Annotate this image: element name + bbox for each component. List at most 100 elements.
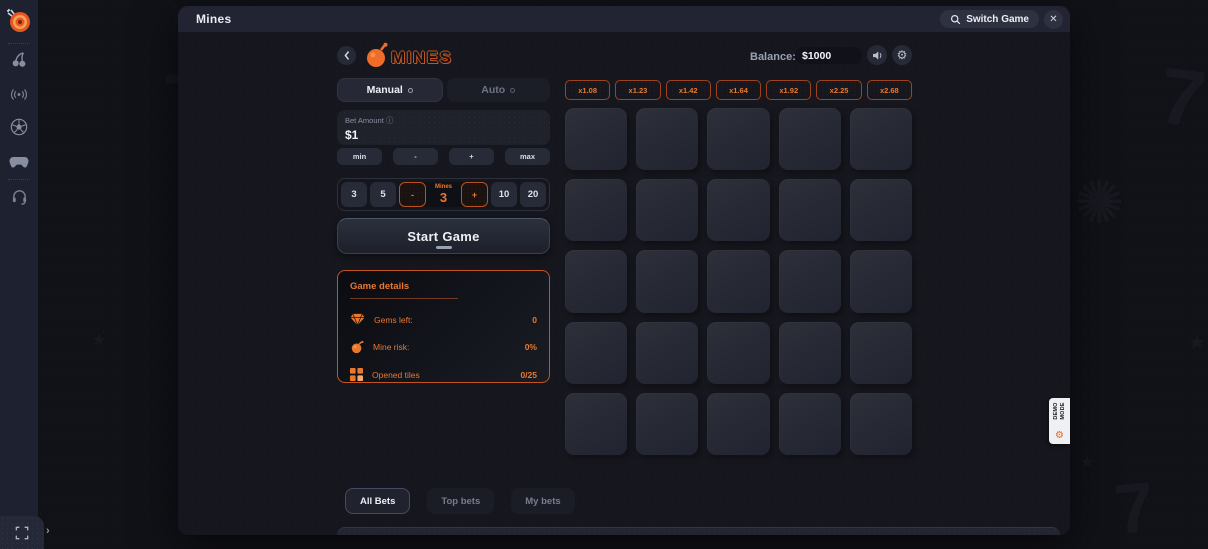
mine-tile[interactable]: [565, 393, 627, 455]
multiplier-chip[interactable]: x1.42: [666, 80, 711, 100]
brand-target-logo-icon[interactable]: [5, 7, 33, 35]
fullscreen-panel: [0, 516, 44, 549]
mines-grid: [565, 108, 912, 455]
mine-tile[interactable]: [850, 179, 912, 241]
gem-icon: [350, 313, 365, 326]
mines-logo: MINES: [365, 42, 452, 68]
multiplier-chip[interactable]: x2.68: [867, 80, 912, 100]
mine-tile[interactable]: [779, 250, 841, 312]
mines-value: 3: [440, 191, 447, 205]
gems-left-value: 0: [532, 315, 537, 325]
divider: [8, 179, 30, 180]
bets-table-header: [337, 527, 1060, 535]
bet-amount-field[interactable]: Bet Amount ⓘ $1: [337, 110, 550, 145]
divider: [8, 43, 30, 44]
tab-manual[interactable]: Manual: [337, 78, 443, 102]
mines-option-5[interactable]: 5: [370, 182, 396, 207]
bets-tabs: All Bets Top bets My bets: [345, 488, 575, 514]
opened-tiles-label: Opened tiles: [372, 370, 511, 380]
bet-increase-button[interactable]: +: [449, 148, 494, 165]
sidebar-item-games-gamepad-icon[interactable]: [9, 151, 29, 171]
mine-tile[interactable]: [565, 322, 627, 384]
mine-tile[interactable]: [707, 108, 769, 170]
bomb-icon: [365, 42, 389, 68]
sidebar-item-sports-soccer-icon[interactable]: [9, 117, 29, 137]
demo-mode-badge[interactable]: DEMO MODE ⚙: [1049, 398, 1070, 444]
balance-label: Balance:: [750, 51, 796, 63]
balance-input[interactable]: $1000: [795, 47, 862, 64]
mine-tile[interactable]: [565, 250, 627, 312]
mines-option-10[interactable]: 10: [491, 182, 517, 207]
multiplier-chip[interactable]: x2.25: [816, 80, 861, 100]
sidebar-item-slots-cherries-icon[interactable]: [9, 49, 29, 69]
switch-game-button[interactable]: Switch Game: [940, 10, 1039, 28]
opened-tiles-row: Opened tiles 0/25: [350, 368, 537, 381]
balance-value: $1000: [802, 50, 831, 62]
sidebar-item-support-headset-icon[interactable]: [9, 186, 29, 206]
watermark-glyph: 7: [1111, 466, 1158, 549]
mine-tile[interactable]: [850, 108, 912, 170]
mine-tile[interactable]: [850, 322, 912, 384]
mine-risk-row: Mine risk: 0%: [350, 340, 537, 354]
mines-decrease-button[interactable]: -: [399, 182, 426, 207]
close-button[interactable]: ✕: [1044, 10, 1063, 29]
sound-button[interactable]: [867, 45, 887, 65]
search-icon: [950, 14, 961, 25]
back-chevron-icon: [343, 50, 351, 61]
bet-amount-label: Bet Amount ⓘ: [345, 115, 542, 126]
start-button-underline: [436, 246, 452, 249]
tab-auto[interactable]: Auto: [447, 78, 551, 102]
mines-option-3[interactable]: 3: [341, 182, 367, 207]
sidebar-item-live-broadcast-icon[interactable]: [9, 84, 29, 104]
mines-increase-button[interactable]: +: [461, 182, 488, 207]
multiplier-chip[interactable]: x1.64: [716, 80, 761, 100]
multiplier-chip[interactable]: x1.92: [766, 80, 811, 100]
bet-max-button[interactable]: max: [505, 148, 550, 165]
mines-option-20[interactable]: 20: [520, 182, 546, 207]
game-body: MINES Balance: $1000 ⚙ Manual: [178, 32, 1070, 535]
settings-button[interactable]: ⚙: [892, 45, 912, 65]
multiplier-chip[interactable]: x1.23: [615, 80, 660, 100]
mine-tile[interactable]: [707, 322, 769, 384]
start-game-button[interactable]: Start Game: [337, 218, 550, 254]
bets-tab-top-bets[interactable]: Top bets: [427, 488, 494, 514]
bet-decrease-button[interactable]: -: [393, 148, 438, 165]
sidebar-collapse-chevron-icon[interactable]: ›: [46, 525, 50, 537]
auto-indicator-icon: [510, 88, 515, 93]
back-button[interactable]: [337, 46, 356, 65]
switch-game-label: Switch Game: [966, 14, 1029, 25]
mine-tile[interactable]: [779, 322, 841, 384]
mine-tile[interactable]: [636, 250, 698, 312]
mine-tile[interactable]: [707, 179, 769, 241]
opened-tiles-icon: [350, 368, 363, 381]
gear-icon: ⚙: [897, 48, 908, 62]
bets-tab-my-bets[interactable]: My bets: [511, 488, 574, 514]
mine-tile[interactable]: [850, 393, 912, 455]
mine-tile[interactable]: [850, 250, 912, 312]
multiplier-chip[interactable]: x1.08: [565, 80, 610, 100]
mines-selector: 3 5 - Mines 3 + 10 20: [337, 178, 550, 211]
watermark-glyph: ★: [1188, 330, 1206, 355]
mine-tile[interactable]: [636, 179, 698, 241]
window-titlebar: Mines Switch Game ✕: [178, 6, 1070, 32]
mine-tile[interactable]: [707, 250, 769, 312]
watermark-glyph: 7: [1154, 49, 1208, 146]
mine-tile[interactable]: [779, 179, 841, 241]
mines-stepper: - Mines 3 +: [399, 182, 488, 207]
tab-manual-label: Manual: [367, 84, 403, 96]
mine-tile[interactable]: [707, 393, 769, 455]
bet-min-button[interactable]: min: [337, 148, 382, 165]
mine-risk-label: Mine risk:: [373, 342, 516, 352]
mine-tile[interactable]: [779, 393, 841, 455]
info-icon: ⓘ: [386, 116, 394, 125]
mine-tile[interactable]: [779, 108, 841, 170]
mine-tile[interactable]: [636, 393, 698, 455]
mine-tile[interactable]: [565, 179, 627, 241]
mines-current: Mines 3: [426, 182, 461, 207]
game-details-title: Game details: [350, 281, 458, 299]
bets-tab-all-bets[interactable]: All Bets: [345, 488, 410, 514]
fullscreen-icon[interactable]: [15, 526, 29, 540]
mine-tile[interactable]: [565, 108, 627, 170]
mine-tile[interactable]: [636, 322, 698, 384]
mine-tile[interactable]: [636, 108, 698, 170]
